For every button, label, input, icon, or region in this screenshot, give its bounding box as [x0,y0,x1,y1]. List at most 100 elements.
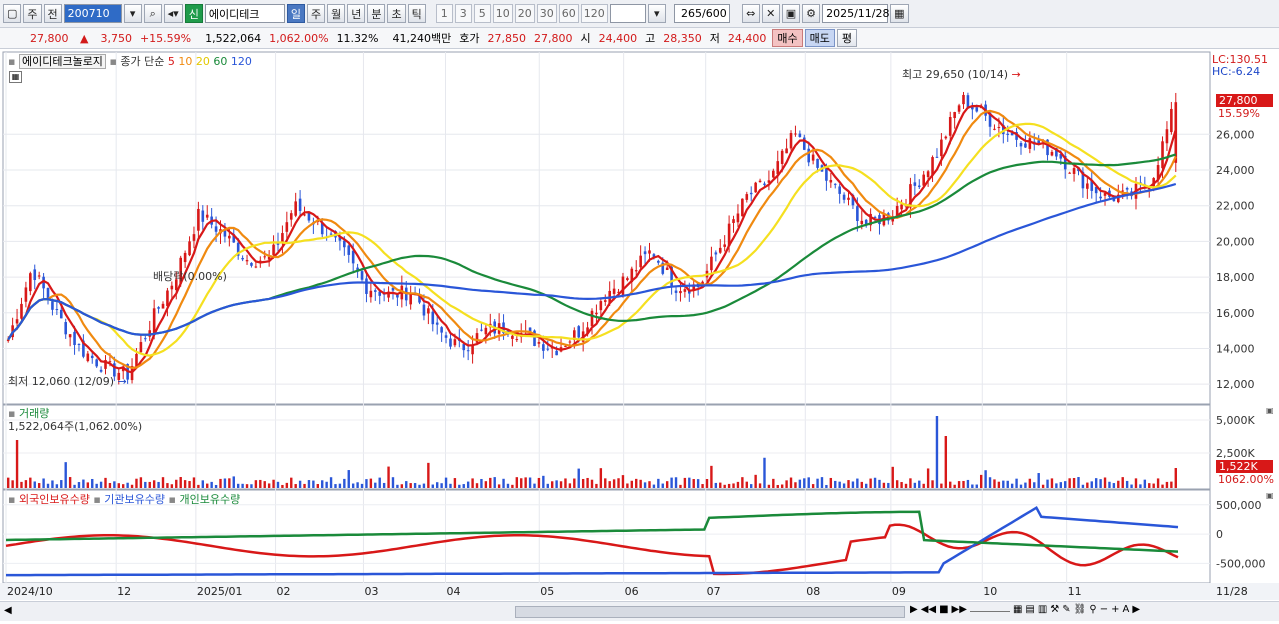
individual-holdings-label[interactable]: 개인보유수량 [179,493,240,506]
interval-3[interactable]: 3 [454,4,472,23]
volume-bar [1068,478,1071,488]
tab-year[interactable]: 년 [347,4,366,23]
forward-icon[interactable]: ▶▶ [952,604,967,615]
low-price: 24,400 [727,31,767,45]
candle-body [913,182,917,186]
x-tick-label: 04 [447,585,461,598]
candle-body [37,275,41,277]
search-icon[interactable]: ⌕ [143,4,162,23]
volume-bar [661,483,664,488]
interval-10[interactable]: 10 [492,4,513,23]
count-input[interactable]: 265/600 [673,4,730,23]
tab-tick[interactable]: 틱 [407,4,426,23]
tab-month[interactable]: 월 [327,4,346,23]
candle-body [785,148,788,154]
stock-title-label[interactable]: 에이디테크놀로지 [18,54,106,69]
prev-button[interactable]: 전 [43,4,62,23]
scroll-bar[interactable]: ◀ ▶ ◀◀ ■ ▶▶ ▦ ▤ ▥ ⚒ ✎ ⛓ ⚲ − + A ▶ [0,601,1279,621]
tools-icon[interactable]: ⚒ [1050,604,1059,615]
scroll-left-icon[interactable]: ◀ [4,605,12,616]
ma-20[interactable]: 20 [196,55,210,68]
window-icon[interactable]: ▢ [3,4,22,23]
eval-button[interactable]: 평 [836,29,857,47]
interval-custom-input[interactable] [609,4,646,23]
panel-close-icon[interactable]: ▣ [1266,406,1274,415]
date-input[interactable]: 2025/11/28 [822,4,890,23]
interval-120[interactable]: 120 [580,4,608,23]
volume-bar [957,481,961,488]
candle-body [329,233,333,235]
candle-body [621,276,625,297]
scroll-thumb[interactable] [515,606,905,618]
price-tick-label: 14,000 [1216,342,1255,355]
interval-30[interactable]: 30 [536,4,557,23]
candle-body [303,214,306,216]
tab-day[interactable]: 일 [286,4,305,23]
volume-bar [11,480,14,488]
fit-icon[interactable]: ⇔ [741,4,760,23]
interval-60[interactable]: 60 [558,4,579,23]
chart-area[interactable]: 26,000 24,000 22,000 20,000 18,000 16,000 14,0… [0,50,1279,621]
volume-bar [1086,482,1089,488]
layout2-icon[interactable]: ▥ [1038,604,1047,615]
candle-body [1072,168,1076,174]
ma-5[interactable]: 5 [168,55,175,68]
tab-minute[interactable]: 분 [367,4,386,23]
tab-second[interactable]: 초 [387,4,406,23]
zoom-icon[interactable]: ⚲ [1089,604,1096,615]
candle-body [953,112,956,119]
volume-bar [621,475,625,488]
candle-body [665,267,669,271]
volume-bar [444,477,448,488]
text-icon[interactable]: A [1122,604,1129,615]
dropdown-icon[interactable]: ▾ [123,4,142,23]
crosshair-icon[interactable]: ✕ [761,4,780,23]
stock-code-input[interactable]: 200710 [63,4,122,23]
interval-5[interactable]: 5 [473,4,491,23]
candle-body [135,353,138,367]
minus-icon[interactable]: − [1100,604,1108,615]
volume-bar [294,484,297,488]
institution-holdings-label[interactable]: 기관보유수량 [104,493,165,506]
interval-20[interactable]: 20 [514,4,535,23]
stop-icon[interactable]: ■ [939,604,948,615]
candle-body [626,278,629,281]
play-icon[interactable]: ▶ [910,604,918,615]
buy-button[interactable]: 매수 [772,29,803,47]
interval-dropdown-icon[interactable]: ▾ [647,4,666,23]
tab-week[interactable]: 주 [306,4,326,23]
dividend-note: 배당락(0.00%) [153,270,227,283]
scroll-right-icon[interactable]: ▶ [1132,604,1140,615]
rewind-icon[interactable]: ◀◀ [921,604,936,615]
grid-icon[interactable]: ▦ [1013,604,1022,615]
plus-icon[interactable]: + [1111,604,1119,615]
main-toolbar: ▢ 주 전 200710 ▾ ⌕ ◂▾ 신 에이디테크 일 주 월 년 분 초 … [0,0,1279,28]
volume-bar [1046,479,1049,488]
sell-button[interactable]: 매도 [804,29,835,47]
draw-icon[interactable]: ✎ [1062,604,1070,615]
volume-bar [727,483,731,488]
save-icon[interactable]: ▣ [781,4,801,23]
layout-icon[interactable]: ▤ [1025,604,1034,615]
ma-10[interactable]: 10 [178,55,192,68]
ma-120[interactable]: 120 [231,55,252,68]
holdings-tick-label: -500,000 [1216,557,1265,570]
gear-icon[interactable]: ⚙ [802,4,821,23]
chart-canvas[interactable]: 26,000 24,000 22,000 20,000 18,000 16,000 14,0… [0,50,1279,621]
volume-bar [33,481,36,488]
table-icon[interactable]: ▦ [9,71,22,83]
calendar-icon[interactable]: ▦ [890,4,909,23]
candle-body [223,230,227,237]
panel-close-icon[interactable]: ▣ [1266,491,1274,500]
interval-1[interactable]: 1 [435,4,453,23]
ma-60[interactable]: 60 [213,55,227,68]
foreign-holdings-label[interactable]: 외국인보유수량 [19,493,90,506]
volume-bar [144,481,147,488]
zoom-slider[interactable] [969,604,1010,612]
volume-bar [581,478,585,488]
link-icon[interactable]: ⛓ [1074,604,1087,615]
period-button[interactable]: 주 [23,4,42,23]
volume-bar [705,479,709,488]
speaker-icon[interactable]: ◂▾ [163,4,183,23]
volume-bar [710,465,713,488]
